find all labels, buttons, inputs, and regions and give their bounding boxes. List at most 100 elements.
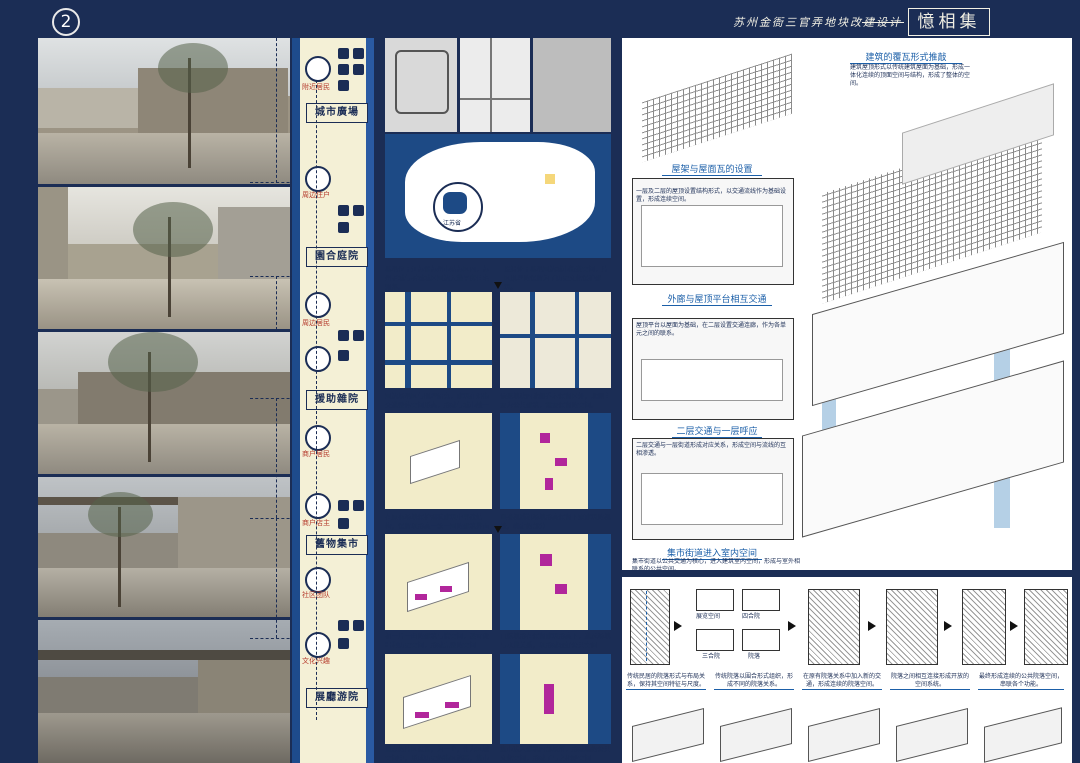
facility-icon bbox=[338, 80, 349, 91]
diagram-text: 屋顶平台以屋面为基础，在二层设置交通连廊，作为各单元之间的联系。 bbox=[636, 322, 787, 337]
facility-icon bbox=[338, 64, 349, 75]
plan-diagram bbox=[742, 589, 780, 611]
down-arrow bbox=[494, 526, 502, 533]
plan-diagram bbox=[696, 589, 734, 611]
map-label: 江苏省 bbox=[443, 220, 462, 227]
diagram-text: 建筑屋顶形式以传统建筑屋面为基础，形成一体化连续的顶面空间与结构，形成了整体的空… bbox=[850, 64, 971, 87]
down-arrow bbox=[494, 282, 502, 289]
location-map-3 bbox=[533, 38, 611, 132]
axonometric-panel: 建筑的覆瓦形式推敲 建筑屋顶形式以传统建筑屋面为基础，形成一体化连续的顶面空间与… bbox=[622, 38, 1072, 570]
massing-map bbox=[385, 654, 492, 744]
arrow-right-icon bbox=[868, 621, 876, 631]
connector-line bbox=[276, 398, 277, 518]
person-icon bbox=[305, 632, 331, 658]
plan-label: 三合院 bbox=[702, 653, 721, 660]
facility-icon bbox=[353, 205, 364, 216]
evolution-caption: 在原有院落关系中加入新的交通，形成连续的院落空间。 bbox=[802, 673, 882, 690]
massing-map bbox=[385, 534, 492, 630]
flow-line bbox=[316, 80, 317, 720]
person-icon bbox=[305, 56, 331, 82]
facility-icon bbox=[353, 48, 364, 59]
massing-model bbox=[720, 708, 792, 762]
caption: 集市进入建筑内部场所，形成新的公共文化空间，形成了与之相处空间 bbox=[500, 745, 611, 762]
connector-line bbox=[276, 276, 277, 330]
plan-label: 四合院 bbox=[742, 613, 761, 620]
caption: 基地位于江苏省苏州市姑苏区内，苏州老城与老城城区周边大量平房住宅聚落。 bbox=[385, 265, 489, 291]
diagram-title: 外廊与屋顶平台相互交通 bbox=[662, 292, 772, 306]
person-icon bbox=[305, 425, 331, 451]
facility-icon bbox=[353, 64, 364, 75]
diagram-title: 屋架与屋面瓦的设置 bbox=[662, 162, 762, 176]
facility-icon bbox=[353, 330, 364, 341]
massing-map bbox=[500, 654, 611, 744]
plan-diagram bbox=[1024, 589, 1068, 665]
connector-line bbox=[276, 518, 277, 638]
plan-label: 院落 bbox=[748, 653, 761, 660]
circulation-path bbox=[646, 591, 647, 661]
courtyard-evolution-panel: 展览空间 三合院 院落 四合院 传统民居的院落形式与布局关系，保持其空间特征与尺… bbox=[622, 577, 1072, 763]
strip-left-bar bbox=[292, 38, 300, 763]
caption: 直接视线和场地形态保留下原建筑的视线，确定的部分 bbox=[500, 513, 611, 530]
facility-icon bbox=[338, 330, 349, 341]
arrow-right-icon bbox=[1010, 621, 1018, 631]
facility-icon bbox=[338, 48, 349, 59]
plan-diagram bbox=[742, 629, 780, 651]
evolution-caption: 最终形成连续的公共院落空间，串联各个功能。 bbox=[978, 673, 1064, 690]
diagram-title: 二层交通与一层呼应 bbox=[672, 424, 762, 438]
facility-icon bbox=[338, 500, 349, 511]
facility-icon bbox=[353, 500, 364, 511]
render-assistance-yard bbox=[38, 332, 290, 474]
caption: 自然地形在保留建筑形态下，通过场地与水景关系，以形成较好公共空间 bbox=[500, 632, 611, 649]
facility-icon bbox=[338, 638, 349, 649]
diagram-text: 一层及二层的屋顶设置结构形式，以交通流线作为基础设置，形成连续空间。 bbox=[636, 188, 787, 203]
massing-map bbox=[385, 413, 492, 509]
plan-label: 展览空间 bbox=[696, 613, 721, 620]
person-icon bbox=[305, 292, 331, 318]
arrow-right-icon bbox=[944, 621, 952, 631]
massing-model bbox=[896, 708, 968, 762]
diagram-title: 建筑的覆瓦形式推敲 bbox=[850, 50, 962, 64]
facility-icon bbox=[338, 620, 349, 631]
site-grid-map bbox=[385, 292, 492, 388]
massing-model bbox=[632, 708, 704, 762]
massing-model bbox=[808, 708, 880, 762]
person-icon bbox=[305, 493, 331, 519]
title-divider bbox=[862, 22, 904, 23]
plan-diagram bbox=[962, 589, 1006, 665]
facility-icon bbox=[338, 350, 349, 361]
diagram-text: 集市街道以公共交通为核心，进入建筑室内空间，形成与室外相联系的公共空间。 bbox=[632, 558, 801, 570]
plan-diagram bbox=[808, 589, 860, 665]
facility-icon bbox=[338, 222, 349, 233]
render-courtyard bbox=[38, 187, 290, 329]
location-map-2 bbox=[460, 38, 530, 132]
render-exhibition-yard bbox=[38, 620, 290, 763]
plan-diagram bbox=[886, 589, 938, 665]
page-number: 2 bbox=[52, 8, 80, 36]
caption: 重点的片区设置，为一个，作为区域空间中，形成历史的街区格局，集市形态的空间 bbox=[385, 745, 489, 762]
roof-layer bbox=[642, 53, 792, 163]
evolution-caption: 传统民居的院落形式与布局关系，保持其空间特征与尺度。 bbox=[626, 673, 706, 690]
evolution-caption: 传统院落以围合形式组织，形成不同的院落关系。 bbox=[714, 673, 794, 690]
facility-icon bbox=[338, 205, 349, 216]
site-grid-map bbox=[500, 292, 611, 388]
render-city-plaza bbox=[38, 38, 290, 184]
facility-icon bbox=[338, 518, 349, 529]
caption: 依据地块内北侧乔木保留区外，北侧主要为公共建筑，需要保留的空间。 bbox=[500, 392, 611, 409]
person-icon bbox=[305, 346, 331, 372]
plan-diagram bbox=[630, 589, 670, 665]
logo-title: 憶相集 bbox=[908, 8, 990, 36]
location-map-1 bbox=[385, 38, 457, 132]
massing-model bbox=[984, 707, 1062, 763]
massing-map bbox=[500, 534, 611, 630]
evolution-caption: 院落之间相互连接形成开放的空间系统。 bbox=[890, 673, 970, 690]
massing-map bbox=[500, 413, 611, 509]
connector-line bbox=[276, 38, 277, 183]
person-icon bbox=[305, 166, 331, 192]
arrow-right-icon bbox=[674, 621, 682, 631]
china-location-map: 江苏省 bbox=[385, 134, 611, 258]
facility-icon bbox=[353, 620, 364, 631]
caption: 初一片一曲的建筑与院空间，适宜做出和历史空间，形成完整的空间 bbox=[385, 632, 489, 649]
arrow-right-icon bbox=[788, 621, 796, 631]
caption: 设计处于基地周边城市街道空间，片区肌理的保留为了历史文化保护建筑。 bbox=[504, 265, 608, 291]
caption: 在原有场地保护现状建筑中寻找结构，保留以形态一致一周的建筑界面 bbox=[385, 513, 489, 530]
